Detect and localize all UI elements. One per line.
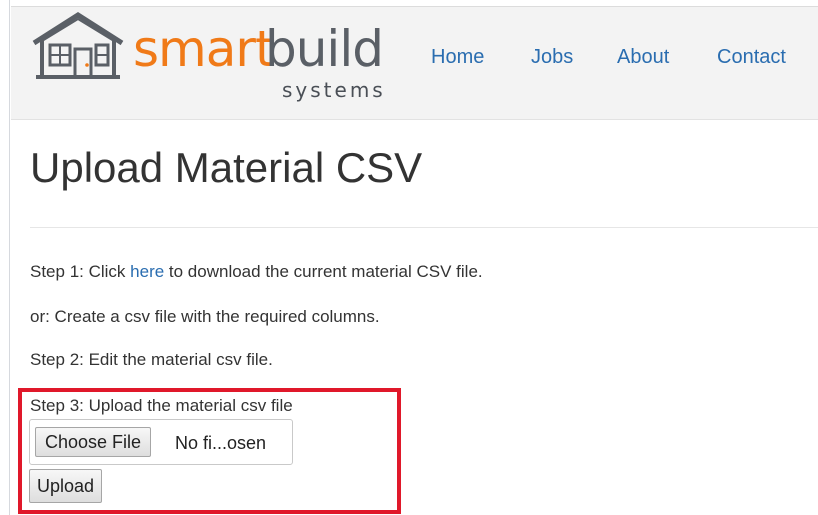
- file-input[interactable]: Choose File No fi...osen: [29, 419, 293, 465]
- navbar: smart build systems Home Jobs About Cont…: [11, 6, 818, 120]
- nav-about-link[interactable]: About: [617, 45, 669, 69]
- step-1-prefix: Step 1: Click: [30, 262, 131, 281]
- house-logo-icon: [32, 12, 124, 79]
- step-3-text: Step 3: Upload the material csv file: [30, 396, 293, 415]
- step-1-text: Step 1: Click here to download the curre…: [30, 262, 483, 282]
- step-2-text: Step 2: Edit the material csv file.: [30, 350, 273, 369]
- file-chosen-status: No fi...osen: [175, 433, 267, 453]
- browser-page: smart build systems Home Jobs About Cont…: [0, 0, 818, 515]
- nav-jobs-link[interactable]: Jobs: [531, 45, 573, 69]
- download-csv-link[interactable]: here: [130, 262, 164, 281]
- brand-word-build: build: [265, 20, 384, 78]
- title-divider: [30, 227, 818, 228]
- brand-word-smart: smart: [133, 20, 275, 78]
- choose-file-button[interactable]: Choose File: [35, 427, 152, 457]
- page-title: Upload Material CSV: [30, 144, 423, 191]
- step-1-suffix: to download the current material CSV fil…: [164, 262, 483, 281]
- left-border: [0, 0, 10, 515]
- step-1-alternative-text: or: Create a csv file with the required …: [30, 307, 380, 326]
- brand-logo[interactable]: smart build systems: [28, 11, 398, 107]
- upload-button[interactable]: Upload: [29, 469, 103, 503]
- nav-home-link[interactable]: Home: [431, 45, 484, 69]
- nav-contact-link[interactable]: Contact: [717, 45, 786, 69]
- brand-word-systems: systems: [282, 78, 386, 102]
